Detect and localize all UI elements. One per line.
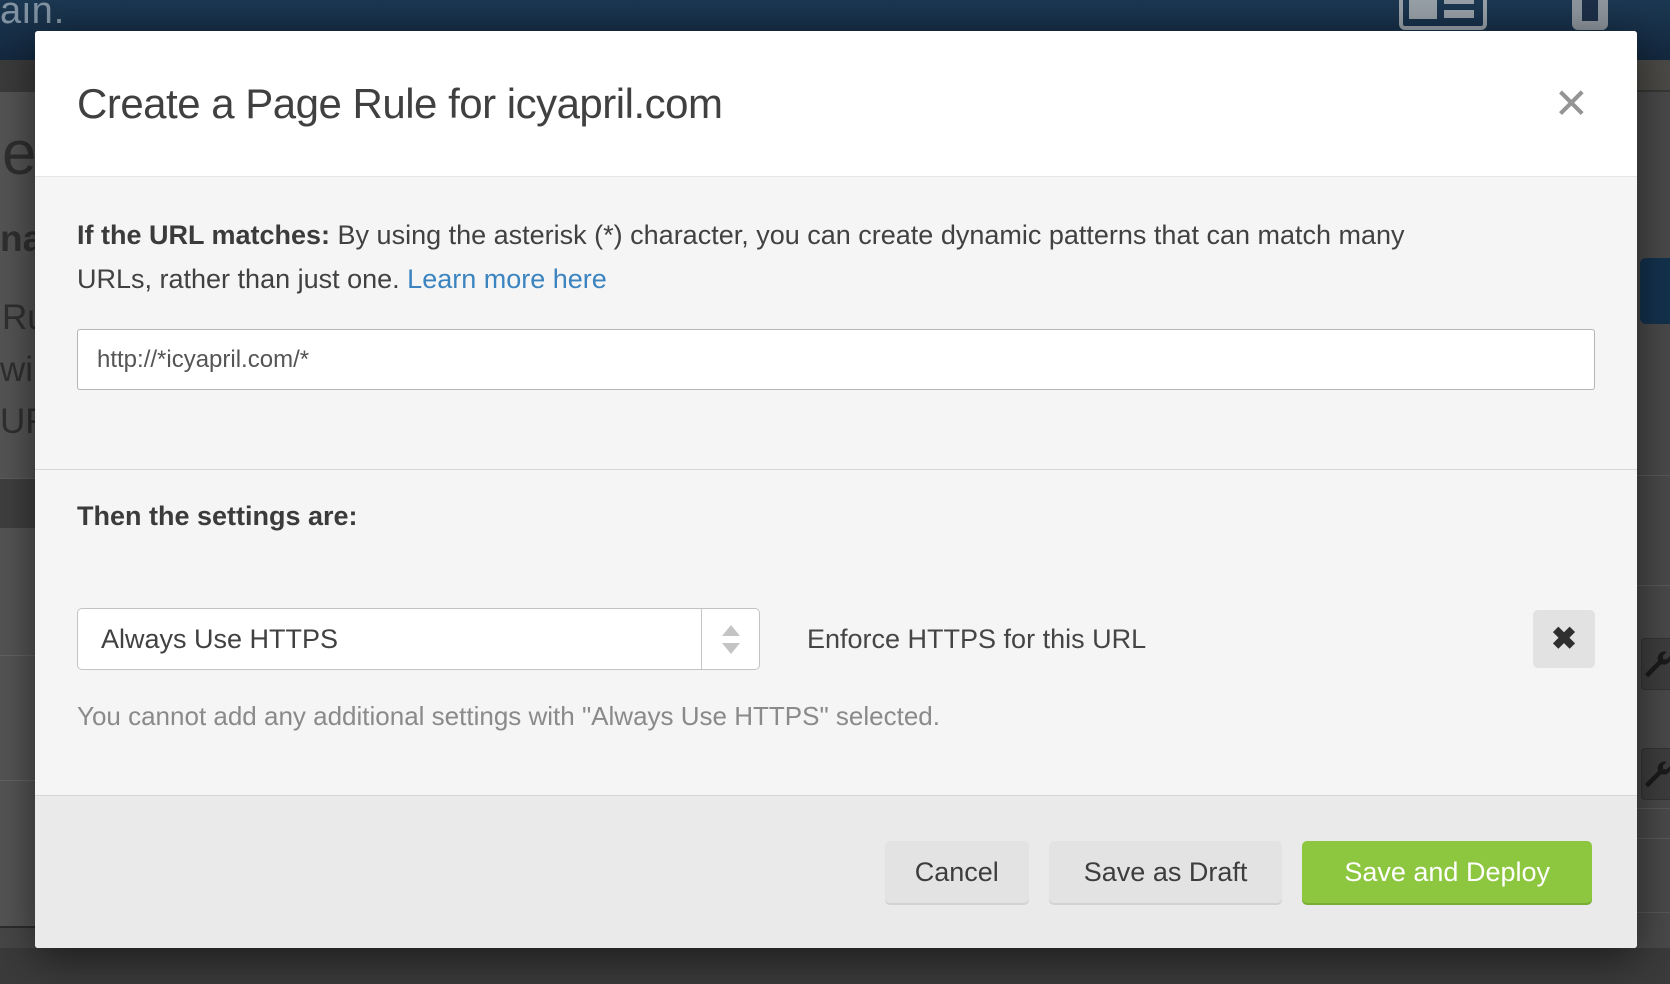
background-page-bottom-edge [0,948,1670,984]
setting-row: Always Use HTTPS Enforce HTTPS for this … [77,608,1595,670]
background-navy-button-fragment [1640,258,1670,324]
remove-x-icon: ✖ [1551,621,1577,657]
settings-section: Then the settings are: Always Use HTTPS … [35,470,1637,795]
settings-helper-text: You cannot add any additional settings w… [77,701,1595,732]
news-layout-icon [1399,0,1487,30]
chevron-up-down-icon [701,609,759,669]
setting-select-value: Always Use HTTPS [78,624,701,655]
background-page-right-edge [1636,60,1670,984]
modal-footer: Cancel Save as Draft Save and Deploy [35,795,1637,948]
background-text-fragment: e [2,118,36,189]
modal-header: Create a Page Rule for icyapril.com ✕ [35,31,1637,176]
wrench-icon [1641,638,1670,690]
background-domain-text-fragment: ain. [0,0,65,33]
url-match-description: If the URL matches: By using the asteris… [77,213,1467,301]
settings-heading: Then the settings are: [77,498,1595,534]
cancel-button[interactable]: Cancel [885,841,1029,903]
wrench-icon [1641,748,1670,800]
close-icon[interactable]: ✕ [1554,83,1589,125]
background-text-fragment: will [0,350,36,390]
background-text-fragment: Ru [2,298,36,338]
url-match-lead: If the URL matches: [77,220,330,250]
background-text-fragment: UR [0,402,36,442]
background-page-left-edge: e nav Ru will UR [0,60,36,984]
learn-more-link[interactable]: Learn more here [407,264,607,294]
background-text-fragment: nav [0,218,36,260]
url-pattern-input[interactable] [77,329,1595,390]
remove-setting-button[interactable]: ✖ [1533,610,1595,668]
setting-description-label: Enforce HTTPS for this URL [807,624,1146,655]
create-page-rule-modal: Create a Page Rule for icyapril.com ✕ If… [35,31,1637,948]
profile-icon [1572,0,1608,30]
save-and-deploy-button[interactable]: Save and Deploy [1302,841,1592,903]
save-as-draft-button[interactable]: Save as Draft [1049,841,1283,903]
setting-select[interactable]: Always Use HTTPS [77,608,760,670]
modal-title: Create a Page Rule for icyapril.com [77,80,722,128]
url-match-section: If the URL matches: By using the asteris… [35,176,1637,470]
